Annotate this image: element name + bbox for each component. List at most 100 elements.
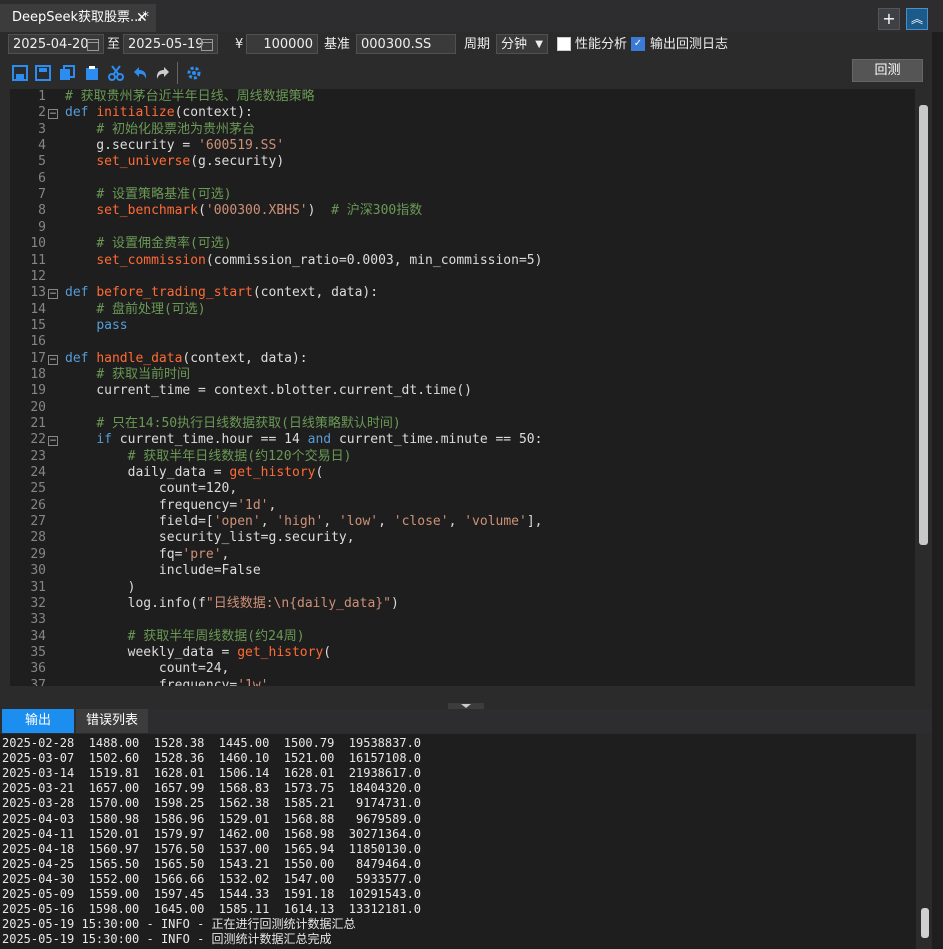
benchmark-label: 基准 bbox=[324, 37, 351, 52]
code-line: security_list=g.security, bbox=[65, 530, 355, 546]
line-number: 27 bbox=[30, 514, 46, 530]
toolbar-divider bbox=[177, 62, 178, 84]
code-line: include=False bbox=[65, 563, 261, 579]
code-line: # 设置佣金费率(可选) bbox=[96, 236, 232, 252]
code-line: set_universe(g.security) bbox=[96, 154, 285, 170]
output-line: 2025-04-30 1552.00 1566.66 1532.02 1547.… bbox=[2, 871, 422, 886]
line-number: 6 bbox=[38, 170, 46, 186]
code-line: set_benchmark('000300.XBHS') # 沪深300指数 bbox=[96, 203, 423, 219]
line-number: 7 bbox=[38, 187, 46, 203]
line-number: 31 bbox=[30, 579, 46, 595]
start-date-input[interactable]: 2025-04-20 bbox=[8, 34, 104, 54]
chevron-down-icon[interactable] bbox=[461, 704, 471, 708]
paste-icon[interactable] bbox=[84, 65, 100, 81]
editor-horizontal-scrollbar[interactable] bbox=[10, 686, 915, 702]
line-number: 10 bbox=[30, 236, 46, 252]
perf-analysis-checkbox[interactable] bbox=[557, 37, 571, 51]
line-number: 23 bbox=[30, 448, 46, 464]
line-number: 19 bbox=[30, 383, 46, 399]
line-number: 3 bbox=[38, 121, 46, 137]
line-number: 8 bbox=[38, 203, 46, 219]
line-number-gutter: 1 2−3 4 5 6 7 8 9 10 11 12 13−14 15 16 17−18 19 20 21 22−2… bbox=[10, 89, 62, 686]
code-editor[interactable]: 1 2−3 4 5 6 7 8 9 10 11 12 13−14 15 16 17−18 19 20 21 22−2… bbox=[10, 89, 915, 686]
output-line: 2025-05-09 1559.00 1597.45 1544.33 1591.… bbox=[2, 887, 422, 901]
benchmark-input[interactable]: 000300.SS bbox=[356, 34, 456, 54]
tab-strategy-file[interactable]: DeepSeek获取股票...* ✕ bbox=[0, 4, 156, 32]
calendar-icon[interactable] bbox=[87, 39, 99, 51]
output-line: 2025-04-25 1565.50 1565.50 1543.21 1550.… bbox=[2, 856, 422, 871]
code-line: # 初始化股票池为贵州茅台 bbox=[96, 121, 255, 137]
period-value: 分钟 bbox=[501, 37, 528, 52]
line-number: 18 bbox=[30, 366, 46, 382]
line-number: 33 bbox=[30, 612, 46, 628]
settings-gear-icon[interactable] bbox=[186, 65, 202, 81]
add-tab-button[interactable]: + bbox=[878, 8, 900, 30]
line-number: 28 bbox=[30, 530, 46, 546]
code-line: count=120, bbox=[65, 481, 238, 497]
line-number: 13 bbox=[30, 285, 46, 301]
line-number: 12 bbox=[30, 268, 46, 284]
code-line: # 获取贵州茅台近半年日线、周线数据策略 bbox=[65, 89, 315, 104]
line-number: 11 bbox=[30, 252, 46, 268]
output-log-label: 输出回测日志 bbox=[650, 37, 729, 52]
line-number: 35 bbox=[30, 644, 46, 660]
code-line: frequency='1d', bbox=[65, 497, 277, 513]
output-line: 2025-04-11 1520.01 1579.97 1462.00 1568.… bbox=[2, 826, 422, 841]
code-line: if current_time.hour == 14 and current_t… bbox=[96, 432, 543, 448]
line-number: 14 bbox=[30, 301, 46, 317]
line-number: 36 bbox=[30, 661, 46, 677]
fold-toggle-icon[interactable]: − bbox=[48, 436, 58, 447]
line-number: 2 bbox=[38, 105, 46, 121]
line-number: 17 bbox=[30, 350, 46, 366]
line-number: 21 bbox=[30, 416, 46, 431]
undo-icon[interactable] bbox=[132, 65, 148, 81]
save-as-icon[interactable] bbox=[35, 65, 51, 81]
code-line: # 获取当前时间 bbox=[96, 366, 190, 382]
calendar-icon[interactable] bbox=[201, 39, 213, 51]
save-icon[interactable] bbox=[12, 65, 28, 81]
output-line: 2025-03-21 1657.00 1657.99 1568.83 1573.… bbox=[2, 781, 422, 796]
fold-toggle-icon[interactable]: − bbox=[48, 289, 58, 300]
code-line: # 只在14:50执行日线数据获取(日线策略默认时间) bbox=[96, 416, 401, 431]
code-line: # 获取半年日线数据(约120个交易日) bbox=[127, 448, 352, 464]
output-scroll-thumb[interactable] bbox=[921, 908, 929, 938]
output-line: 2025-05-16 1598.00 1645.00 1585.11 1614.… bbox=[2, 902, 422, 917]
collapse-panel-button[interactable]: ︽ bbox=[906, 8, 928, 30]
line-number: 34 bbox=[30, 628, 46, 644]
fold-toggle-icon[interactable]: − bbox=[48, 109, 58, 120]
output-line: 2025-03-28 1570.00 1598.25 1562.38 1585.… bbox=[2, 796, 422, 811]
line-number: 37 bbox=[30, 677, 46, 686]
line-number: 29 bbox=[30, 546, 46, 562]
capital-input[interactable]: 100000 bbox=[246, 34, 318, 54]
code-line: ) bbox=[65, 579, 136, 595]
output-log-checkbox[interactable]: ✓ bbox=[631, 37, 645, 51]
redo-icon[interactable] bbox=[155, 65, 171, 81]
code-line: # 盘前处理(可选) bbox=[96, 301, 206, 317]
close-icon[interactable]: ✕ bbox=[136, 6, 148, 30]
line-number: 4 bbox=[38, 138, 46, 154]
end-date-input[interactable]: 2025-05-19 bbox=[123, 34, 218, 54]
run-backtest-button[interactable]: 回测 bbox=[852, 59, 923, 82]
output-console: 2025-02-28 1488.00 1528.38 1445.00 1500.… bbox=[0, 734, 916, 949]
cut-icon[interactable] bbox=[108, 65, 124, 81]
tab-error-list[interactable]: 错误列表 bbox=[76, 709, 148, 733]
code-line: def initialize(context): bbox=[65, 105, 253, 121]
editor-scroll-thumb[interactable] bbox=[919, 105, 928, 545]
period-select[interactable]: 分钟 ▼ bbox=[496, 34, 548, 54]
copy-icon[interactable] bbox=[59, 65, 75, 81]
code-line: # 获取半年周线数据(约24周) bbox=[127, 628, 305, 644]
line-number: 25 bbox=[30, 481, 46, 497]
line-number: 20 bbox=[30, 399, 46, 415]
code-line: current_time = context.blotter.current_d… bbox=[65, 383, 472, 399]
output-line: 2025-05-19 15:30:00 - INFO - 回测统计数据汇总完成 bbox=[2, 932, 332, 947]
period-label: 周期 bbox=[464, 37, 491, 52]
fold-toggle-icon[interactable]: − bbox=[48, 354, 58, 365]
output-line: 2025-03-07 1502.60 1528.36 1460.10 1521.… bbox=[2, 751, 422, 766]
tab-output[interactable]: 输出 bbox=[2, 709, 74, 733]
perf-analysis-label: 性能分析 bbox=[575, 37, 628, 52]
code-line: set_commission(commission_ratio=0.0003, … bbox=[96, 252, 543, 268]
output-line: 2025-05-19 15:30:00 - INFO - 正在进行回测统计数据汇… bbox=[2, 917, 356, 932]
code-line: field=['open', 'high', 'low', 'close', '… bbox=[65, 514, 543, 530]
chevron-down-icon: ▼ bbox=[535, 39, 543, 50]
output-line: 2025-03-14 1519.81 1628.01 1506.14 1628.… bbox=[2, 766, 422, 781]
